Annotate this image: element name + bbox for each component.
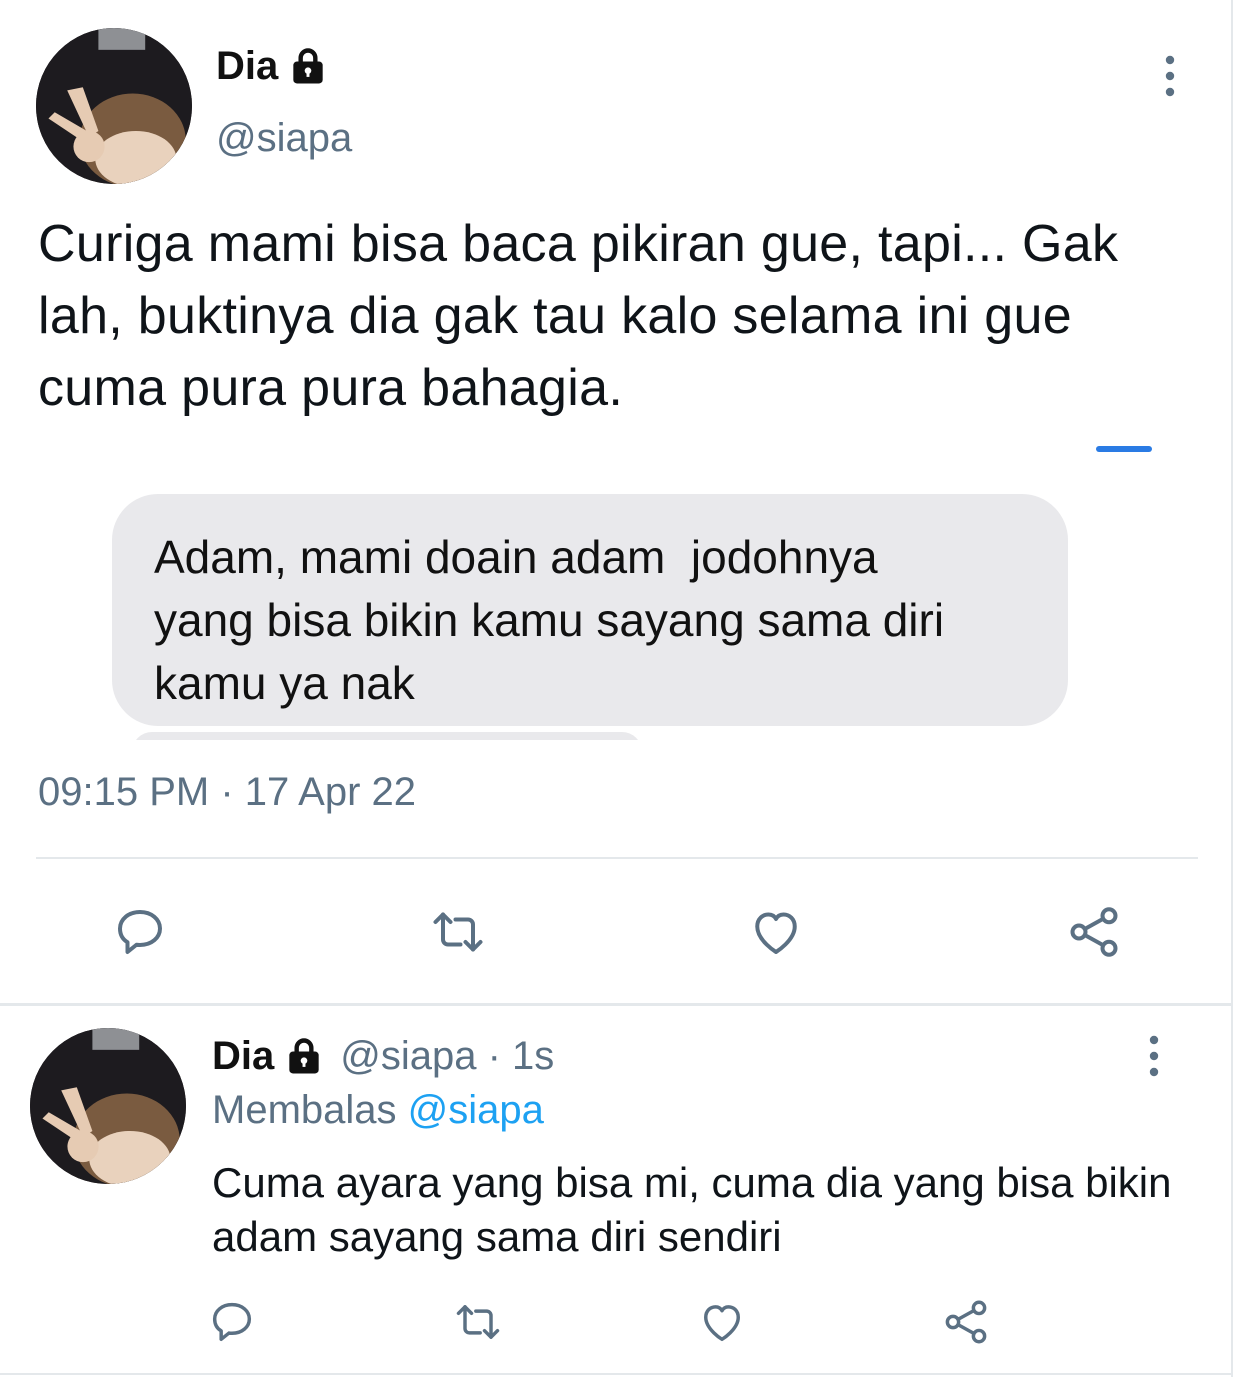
media-blue-mark	[1096, 446, 1152, 452]
lock-icon	[286, 45, 330, 89]
tweet-detail-page: Dia @siapa Curiga mami bisa baca pikiran…	[0, 0, 1235, 1377]
share-icon[interactable]	[1064, 902, 1124, 962]
avatar[interactable]	[36, 28, 192, 184]
chat-bubble-partial	[132, 732, 642, 740]
reply-meta: @siapa · 1s	[340, 1034, 555, 1078]
heart-icon[interactable]	[746, 902, 806, 962]
avatar[interactable]	[30, 1028, 186, 1184]
heart-icon[interactable]	[696, 1296, 748, 1348]
reply-icon[interactable]	[206, 1296, 258, 1348]
display-name-text: Dia	[216, 44, 279, 88]
more-vertical-icon[interactable]	[1144, 1034, 1164, 1078]
divider	[0, 1373, 1231, 1375]
display-name[interactable]: Dia	[216, 44, 330, 89]
reply-tweet[interactable]: Dia @siapa · 1s Membalas @siapa Cuma aya…	[0, 1006, 1231, 1377]
main-tweet: Dia @siapa Curiga mami bisa baca pikiran…	[0, 0, 1231, 1005]
reply-icon[interactable]	[110, 902, 170, 962]
display-name-text[interactable]: Dia	[212, 1034, 274, 1079]
replying-to: Membalas @siapa	[212, 1088, 544, 1133]
handle[interactable]: @siapa	[216, 116, 352, 161]
replying-label: Membalas	[212, 1088, 397, 1132]
replying-mention-link[interactable]: @siapa	[408, 1088, 544, 1132]
more-vertical-icon[interactable]	[1160, 54, 1180, 98]
avatar-photo	[30, 1028, 186, 1184]
reply-text: Cuma ayara yang bisa mi, cuma dia yang b…	[212, 1159, 1172, 1260]
tweet-media-image[interactable]: Adam, mami doain adam jodohnya yang bisa…	[36, 440, 1196, 740]
tweet-text: Curiga mami bisa baca pikiran gue, tapi.…	[38, 215, 1119, 417]
lock-icon	[282, 1035, 326, 1079]
page-border	[1231, 0, 1233, 1377]
reply-header: Dia @siapa · 1s	[212, 1034, 554, 1079]
avatar-photo	[36, 28, 192, 184]
divider	[36, 857, 1198, 859]
chat-bubble-text: Adam, mami doain adam jodohnya yang bisa…	[154, 531, 945, 709]
tweet-timestamp[interactable]: 09:15 PM · 17 Apr 22	[38, 770, 416, 815]
share-icon[interactable]	[940, 1296, 992, 1348]
retweet-icon[interactable]	[428, 902, 488, 962]
retweet-icon[interactable]	[452, 1296, 504, 1348]
